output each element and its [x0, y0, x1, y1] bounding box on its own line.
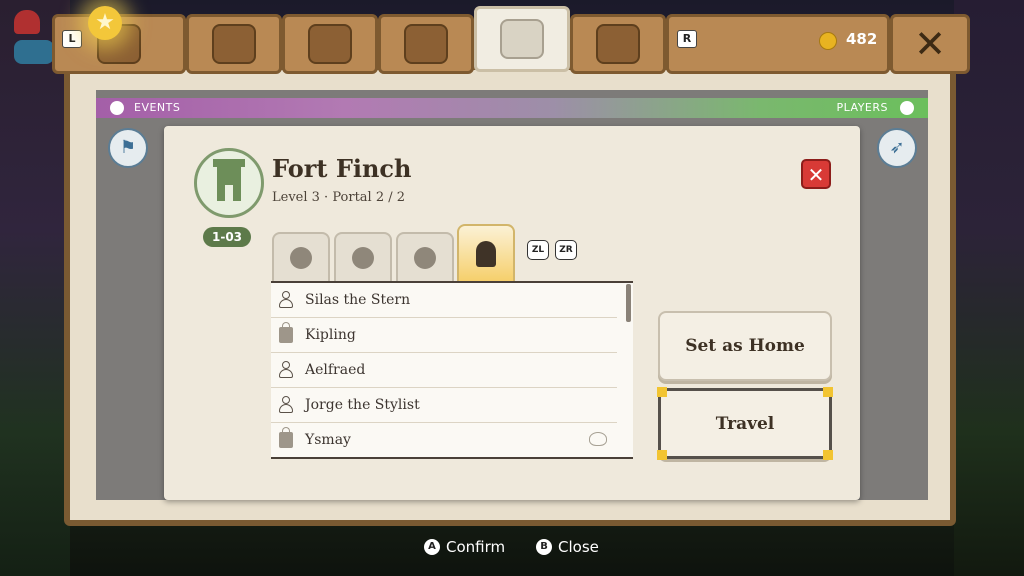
level-badge: 1-03 [203, 227, 251, 247]
tab-map[interactable] [474, 6, 570, 72]
b-button-icon: B [536, 539, 552, 555]
list-item-name: Jorge the Stylist [305, 397, 420, 413]
person-icon [277, 360, 295, 380]
zr-key: ZR [555, 240, 577, 260]
coin-count: 482 [846, 30, 878, 48]
selection-corner [823, 450, 833, 460]
tab-quests[interactable] [570, 14, 666, 74]
shop-icon [277, 322, 295, 345]
list-scrollbar[interactable] [626, 284, 631, 322]
events-label[interactable]: EVENTS [134, 101, 180, 114]
star-icon: ★ [88, 6, 122, 40]
location-subtitle: Level 3 · Portal 2 / 2 [272, 190, 406, 205]
coin-icon [819, 32, 837, 50]
background-left [0, 0, 70, 576]
tab-equipment[interactable] [186, 14, 282, 74]
close-menu-button[interactable]: ✕ [890, 14, 970, 74]
left-bumper-key: L [62, 30, 82, 48]
build-icon [404, 24, 448, 64]
zl-key: ZL [527, 240, 549, 260]
tower-icon [213, 159, 245, 201]
list-item-name: Silas the Stern [305, 292, 411, 308]
events-arrow-icon[interactable] [110, 101, 124, 115]
scroll-icon [596, 24, 640, 64]
stamina-bar [14, 40, 54, 64]
a-button-icon: A [424, 539, 440, 555]
tab-inventory[interactable] [282, 14, 378, 74]
confirm-label: Confirm [446, 538, 506, 556]
chest-icon [308, 24, 352, 64]
list-item-name: Aelfraed [305, 362, 366, 378]
players-arrow-icon[interactable] [900, 101, 914, 115]
location-title: Fort Finch [272, 154, 412, 183]
tower-emblem [194, 148, 264, 218]
filter-tab-creatures[interactable] [272, 232, 330, 282]
events-players-banner: EVENTS PLAYERS [96, 98, 928, 118]
selection-corner [657, 450, 667, 460]
person-icon [476, 241, 496, 267]
dialog-close-button[interactable]: ✕ [801, 159, 831, 189]
list-item[interactable]: Jorge the Stylist [271, 388, 617, 423]
filter-tab-resources[interactable] [396, 232, 454, 282]
shop-icon [277, 427, 295, 450]
list-item-name: Kipling [305, 327, 356, 343]
bow-icon[interactable]: ➶ [877, 128, 917, 168]
list-item[interactable]: Kipling [271, 318, 617, 353]
cauldron-icon [589, 432, 607, 446]
close-label: Close [558, 538, 599, 556]
ore-icon [414, 247, 436, 269]
tab-crafting[interactable] [378, 14, 474, 74]
background-right [954, 0, 1024, 576]
selection-corner [657, 387, 667, 397]
filter-tab-npcs[interactable] [457, 224, 515, 282]
selection-corner [823, 387, 833, 397]
confirm-prompt[interactable]: A Confirm [424, 538, 505, 556]
set-as-home-button[interactable]: Set as Home [658, 311, 832, 381]
list-item-name: Ysmay [305, 432, 351, 448]
right-bumper-key: R [677, 30, 697, 48]
map-icon [500, 19, 544, 59]
npc-list: Silas the Stern Kipling Aelfraed Jorge t… [271, 281, 633, 459]
flag-icon[interactable]: ⚑ [108, 128, 148, 168]
leaf-icon [352, 247, 374, 269]
list-item[interactable]: Aelfraed [271, 353, 617, 388]
filter-tab-plants[interactable] [334, 232, 392, 282]
person-icon [277, 395, 295, 415]
list-item[interactable]: Silas the Stern [271, 283, 617, 318]
close-icon: ✕ [914, 22, 946, 66]
players-label[interactable]: PLAYERS [837, 101, 888, 114]
heart-icon [14, 10, 40, 34]
helmet-icon [212, 24, 256, 64]
close-prompt[interactable]: B Close [536, 538, 599, 556]
list-item[interactable]: Ysmay [271, 423, 617, 457]
person-icon [277, 290, 295, 310]
travel-button[interactable]: Travel [658, 388, 832, 459]
skull-icon [290, 247, 312, 269]
